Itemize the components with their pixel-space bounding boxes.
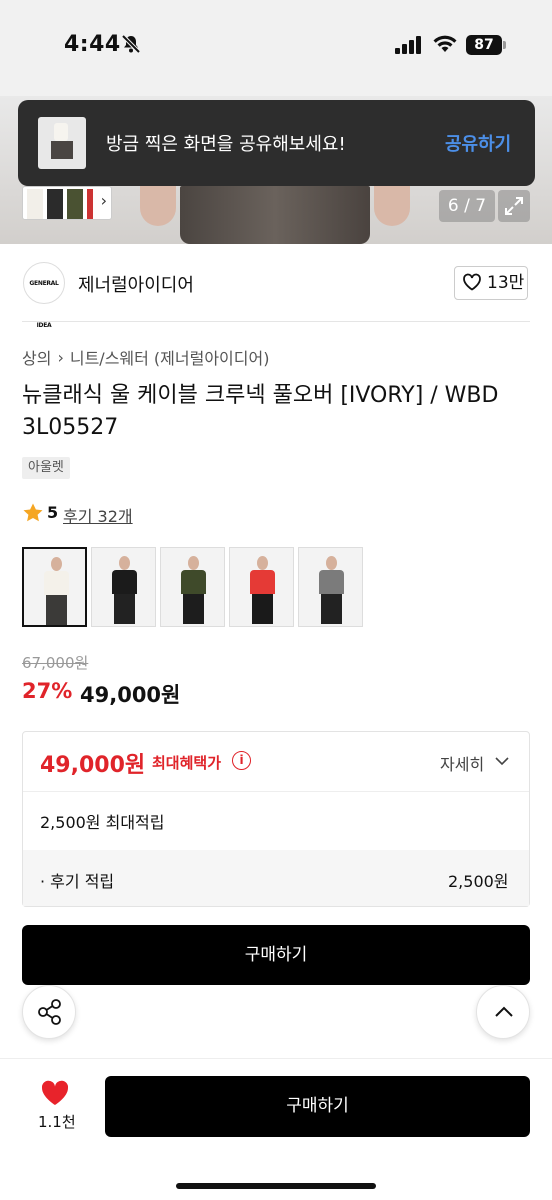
hero-figure-hand: [374, 186, 410, 226]
thumb-figure-head: [188, 556, 199, 570]
favorite-count: 1.1천: [38, 1113, 76, 1131]
color-variant-thumbnails: [22, 547, 363, 627]
battery-indicator: 87: [466, 35, 502, 55]
home-indicator: [176, 1183, 376, 1189]
thumb-figure-top: [112, 570, 137, 594]
chevron-down-icon[interactable]: [494, 753, 510, 773]
outlet-tag: 아울렛: [22, 457, 70, 479]
thumb-figure-top: [44, 571, 69, 595]
product-title: 뉴클래식 울 케이블 크루넥 풀오버 [IVORY] / WBD 3L05527: [22, 383, 499, 440]
expand-icon[interactable]: [498, 190, 530, 222]
image-counter: 6 / 7: [439, 190, 495, 222]
color-variant-thumb[interactable]: [160, 547, 225, 627]
chevron-right-icon[interactable]: ›: [101, 191, 107, 210]
battery-tip: [503, 41, 506, 49]
thumb-figure-head: [326, 556, 337, 570]
benefit-detail-toggle[interactable]: 자세히: [440, 751, 484, 775]
share-button[interactable]: [22, 985, 76, 1039]
bottom-buy-button[interactable]: 구매하기: [105, 1076, 530, 1137]
bell-muted-icon: [121, 34, 141, 58]
divider: [23, 791, 529, 792]
original-price: 67,000원: [22, 654, 89, 672]
divider: [22, 321, 530, 322]
image-thumbnail-strip[interactable]: ›: [22, 186, 112, 220]
share-icon: [38, 999, 61, 1025]
signal-icon: [395, 36, 423, 58]
color-variant-thumb[interactable]: [22, 547, 87, 627]
thumb-figure-bottom: [183, 594, 204, 624]
thumb-figure-head: [119, 556, 130, 570]
review-points-value: 2,500원: [448, 872, 509, 891]
toast-message: 방금 찍은 화면을 공유해보세요!: [106, 134, 346, 155]
thumb-figure-bottom: [252, 594, 273, 624]
discount-rate: 27%: [22, 679, 73, 703]
thumb-figure-head: [51, 557, 62, 571]
chevron-right-icon: ›: [57, 347, 64, 367]
wifi-icon: [432, 34, 458, 58]
breadcrumb: 상의 › 니트/스웨터 (제너럴아이디어): [22, 345, 269, 369]
status-time: 4:44: [64, 32, 121, 57]
toast-share-button[interactable]: 공유하기: [445, 130, 511, 156]
heart-filled-icon[interactable]: [40, 1079, 70, 1111]
review-points-label: · 후기 적립: [40, 872, 115, 891]
max-benefit-label: 최대혜택가: [152, 754, 222, 772]
mini-thumb: [47, 189, 63, 219]
hero-figure-hand: [140, 186, 176, 226]
thumb-figure-top: [319, 570, 344, 594]
breadcrumb-item[interactable]: 니트/스웨터 (제너럴아이디어): [70, 345, 270, 369]
chevron-up-icon: [495, 1006, 513, 1017]
scroll-top-button[interactable]: [476, 985, 530, 1039]
thumb-figure-head: [257, 556, 268, 570]
brand-like-count: 13만: [487, 273, 525, 293]
mini-thumb: [87, 189, 93, 219]
thumb-figure-bottom: [46, 595, 67, 625]
mini-thumb: [27, 189, 43, 219]
color-variant-thumb[interactable]: [91, 547, 156, 627]
buy-button[interactable]: 구매하기: [22, 925, 530, 985]
brand-name[interactable]: 제너럴아이디어: [78, 271, 194, 297]
brand-logo[interactable]: GENERAL IDEA: [23, 262, 65, 329]
hero-figure-shorts: [180, 186, 370, 244]
thumb-figure-top: [181, 570, 206, 594]
thumb-figure-bottom: [114, 594, 135, 624]
breadcrumb-item[interactable]: 상의: [22, 345, 51, 369]
color-variant-thumb[interactable]: [298, 547, 363, 627]
sale-price: 49,000원: [80, 683, 181, 707]
heart-outline-icon: [462, 273, 482, 295]
max-points-text: 2,500원 최대적립: [40, 813, 165, 832]
toast-screenshot-thumbnail: [38, 117, 86, 169]
mini-thumb: [67, 189, 83, 219]
max-benefit-price: 49,000원: [40, 753, 146, 778]
thumb-figure-top: [250, 570, 275, 594]
color-variant-thumb[interactable]: [229, 547, 294, 627]
review-count-link[interactable]: 후기 32개: [63, 503, 133, 527]
rating-score: 5: [47, 503, 59, 522]
star-icon: [22, 502, 44, 528]
info-icon[interactable]: i: [232, 751, 251, 770]
thumb-figure-bottom: [321, 594, 342, 624]
